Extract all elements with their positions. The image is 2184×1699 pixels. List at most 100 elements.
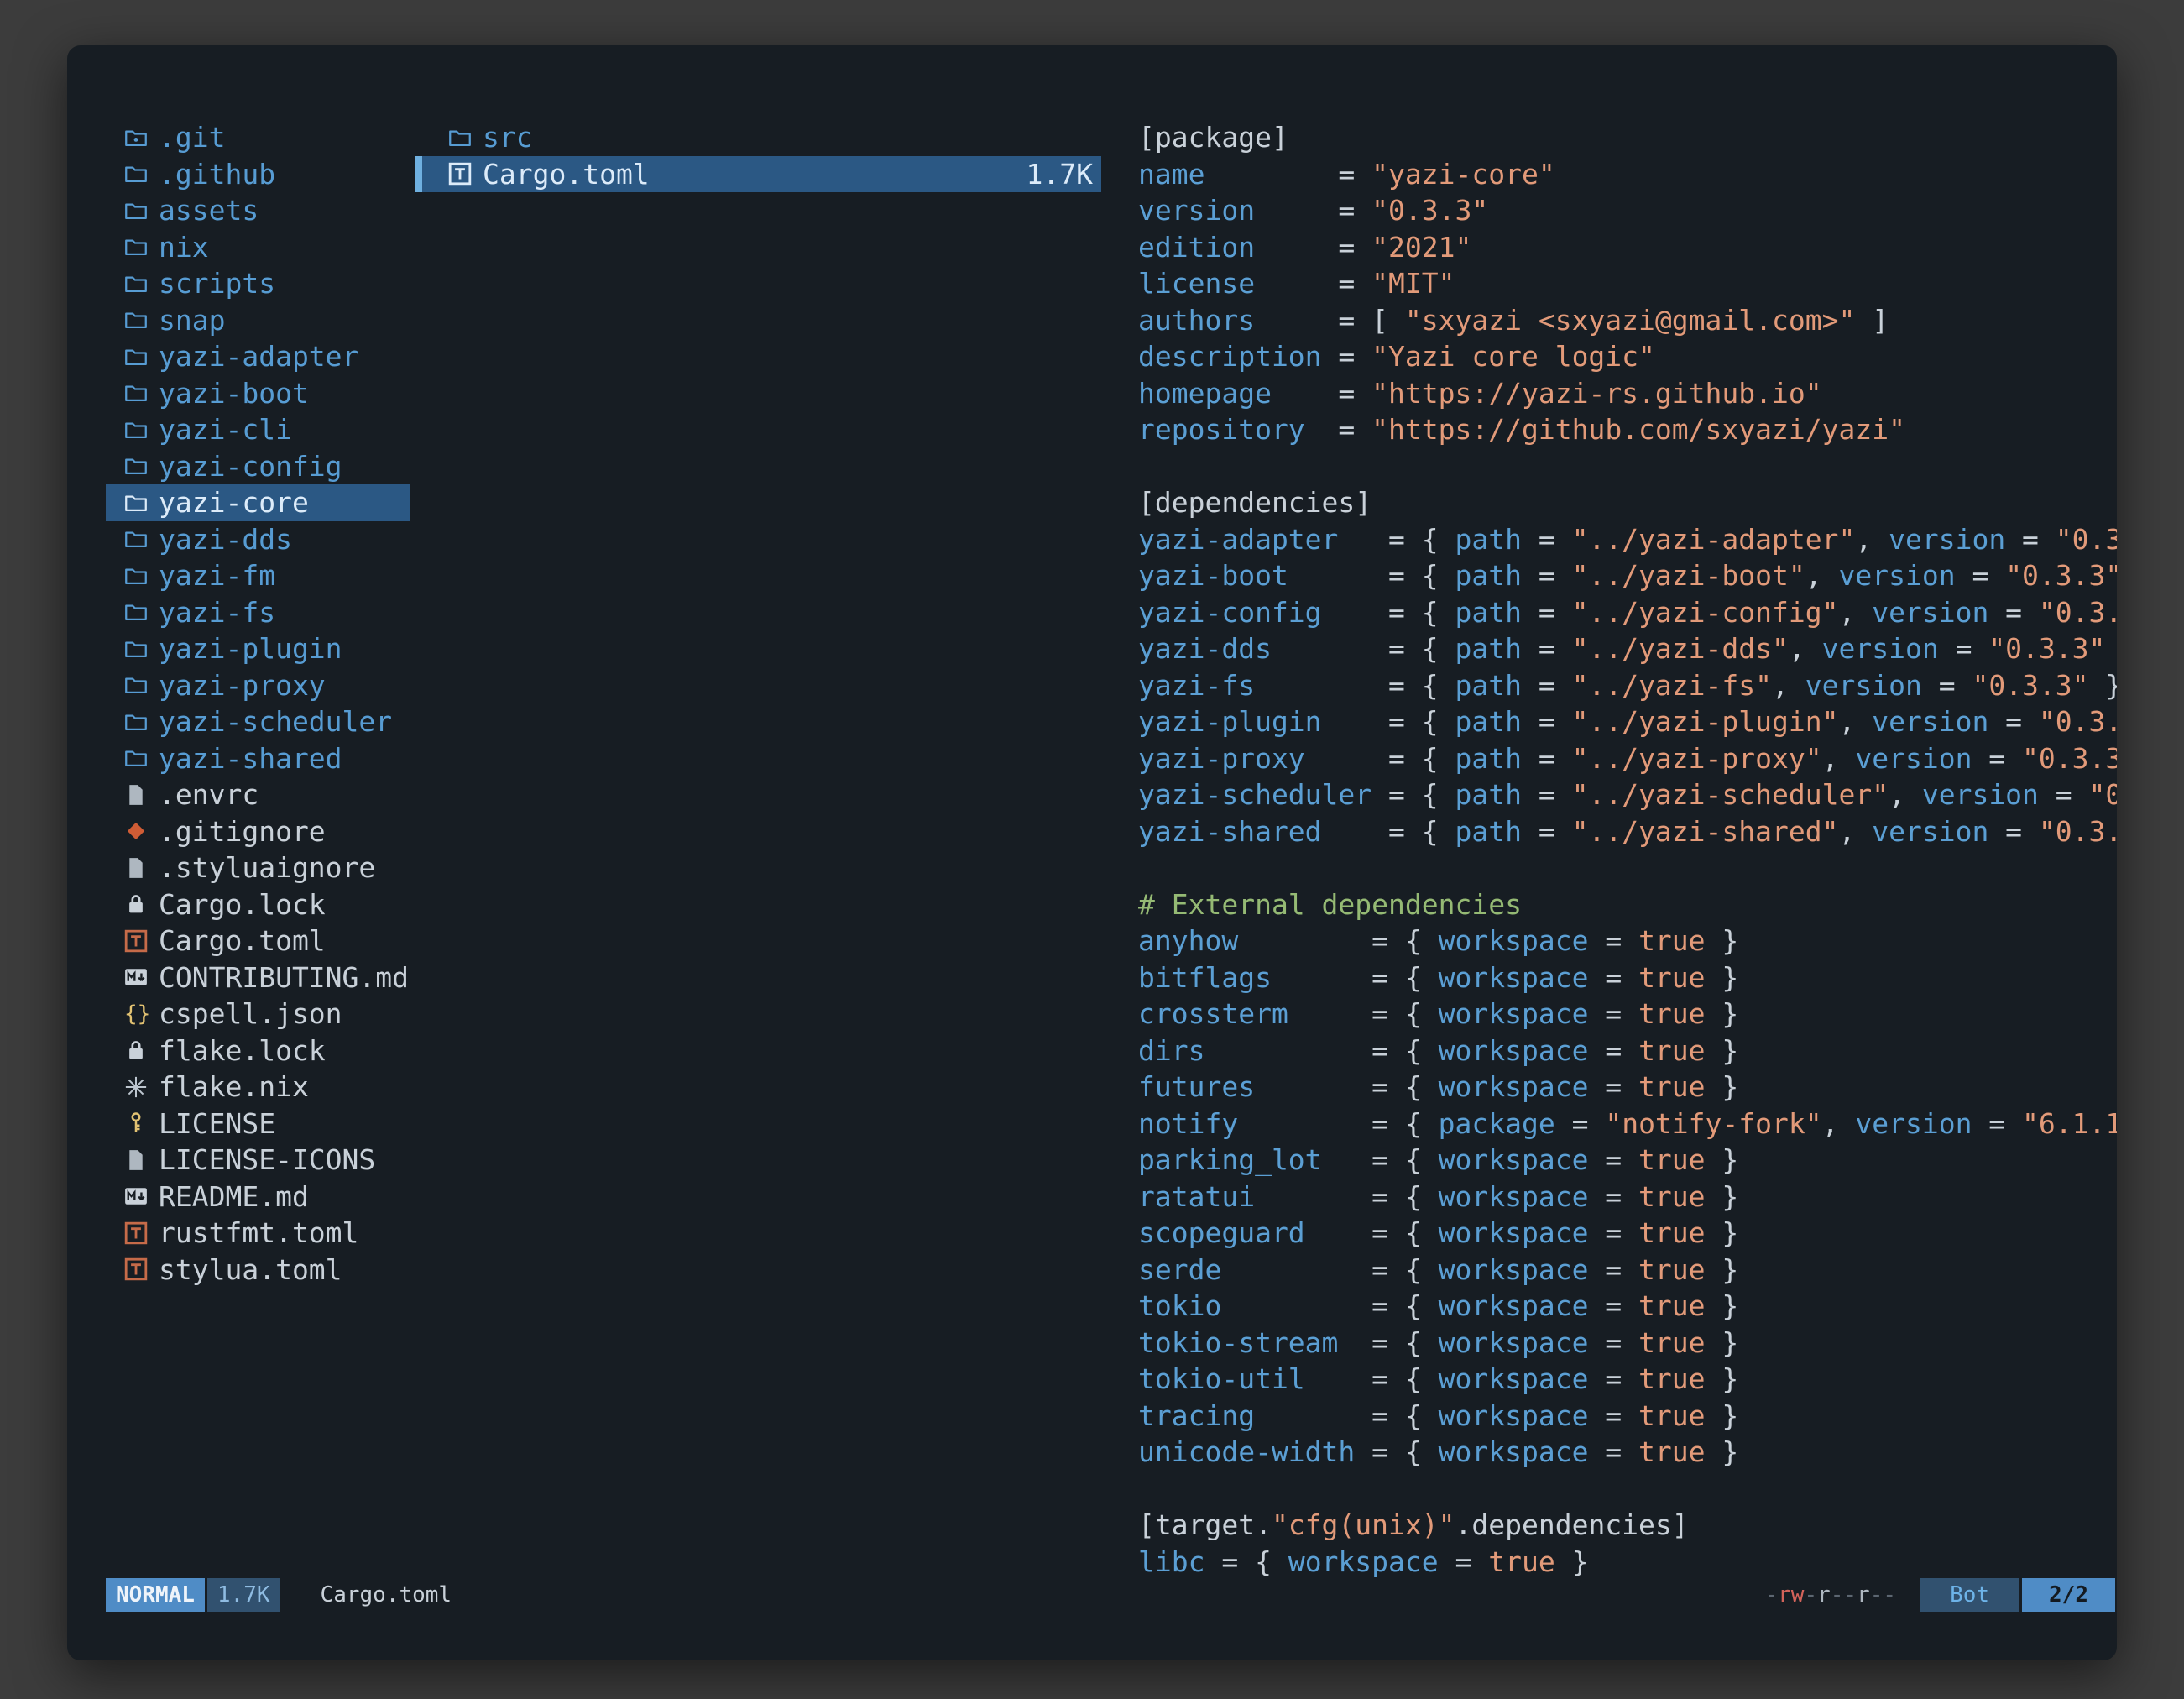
preview-line: tokio = { workspace = true }	[1138, 1288, 2117, 1325]
entry-name: .git	[159, 121, 225, 154]
preview-line: version = "0.3.3"	[1138, 192, 2117, 229]
markdown-icon	[124, 1184, 152, 1208]
dir-row[interactable]: snap	[106, 302, 410, 339]
entry-name: CONTRIBUTING.md	[159, 961, 409, 994]
dir-row[interactable]: nix	[106, 229, 410, 266]
preview-line: bitflags = { workspace = true }	[1138, 959, 2117, 996]
file-row[interactable]: .envrc	[106, 776, 410, 813]
entry-name: scripts	[159, 267, 275, 300]
dir-row[interactable]: yazi-adapter	[106, 338, 410, 375]
dir-row[interactable]: .github	[106, 156, 410, 193]
file-icon	[124, 1148, 152, 1172]
dir-row[interactable]: yazi-core	[106, 484, 410, 521]
entry-name: rustfmt.toml	[159, 1216, 358, 1249]
file-row[interactable]: Cargo.toml	[106, 923, 410, 959]
preview-line: yazi-boot = { path = "../yazi-boot", ver…	[1138, 557, 2117, 594]
file-row[interactable]: flake.lock	[106, 1032, 410, 1069]
preview-line: futures = { workspace = true }	[1138, 1069, 2117, 1106]
entry-name: .gitignore	[159, 815, 326, 848]
file-preview-pane: [package]name = "yazi-core"version = "0.…	[1138, 119, 2117, 1585]
file-row[interactable]: .gitignore	[106, 813, 410, 850]
folder-icon	[124, 527, 152, 551]
key-icon	[124, 1111, 152, 1135]
folder-icon	[124, 564, 152, 588]
dir-row[interactable]: assets	[106, 192, 410, 229]
entry-name: nix	[159, 231, 209, 264]
file-row[interactable]: stylua.toml	[106, 1252, 410, 1289]
dir-row[interactable]: yazi-fm	[106, 557, 410, 594]
entry-name: yazi-scheduler	[159, 705, 392, 738]
entry-name: yazi-shared	[159, 742, 342, 775]
file-icon	[124, 856, 152, 880]
entry-name: README.md	[159, 1180, 309, 1213]
dir-row[interactable]: yazi-shared	[106, 740, 410, 777]
dir-row[interactable]: yazi-proxy	[106, 667, 410, 704]
folder-icon	[124, 637, 152, 661]
entry-name: yazi-fs	[159, 596, 275, 629]
dir-row[interactable]: src	[415, 119, 1101, 156]
mode-badge: NORMAL	[106, 1578, 205, 1612]
file-row[interactable]: Cargo.toml1.7K	[415, 156, 1101, 193]
preview-line: tokio-stream = { workspace = true }	[1138, 1325, 2117, 1362]
preview-line: repository = "https://github.com/sxyazi/…	[1138, 411, 2117, 448]
dir-row[interactable]: yazi-config	[106, 448, 410, 485]
preview-line: libc = { workspace = true }	[1138, 1544, 2117, 1581]
folder-icon	[448, 126, 476, 149]
preview-line: anyhow = { workspace = true }	[1138, 923, 2117, 959]
entry-name: yazi-plugin	[159, 632, 342, 665]
yazi-terminal-window: .git.githubassetsnixscriptssnapyazi-adap…	[67, 45, 2117, 1660]
folder-icon	[124, 491, 152, 515]
folder-icon	[124, 381, 152, 405]
preview-line: tokio-util = { workspace = true }	[1138, 1361, 2117, 1398]
dir-row[interactable]: yazi-fs	[106, 594, 410, 631]
file-row[interactable]: LICENSE-ICONS	[106, 1142, 410, 1179]
file-size-badge: 1.7K	[207, 1578, 280, 1612]
dir-row[interactable]: yazi-cli	[106, 411, 410, 448]
preview-line: yazi-dds = { path = "../yazi-dds", versi…	[1138, 630, 2117, 667]
preview-line: [dependencies]	[1138, 484, 2117, 521]
file-row[interactable]: README.md	[106, 1179, 410, 1215]
status-bar-left: NORMAL 1.7K Cargo.toml	[106, 1578, 452, 1612]
file-row[interactable]: flake.nix	[106, 1069, 410, 1106]
file-manager-panes: .git.githubassetsnixscriptssnapyazi-adap…	[106, 119, 2117, 1585]
dir-row[interactable]: yazi-scheduler	[106, 703, 410, 740]
toml-icon	[124, 1257, 152, 1281]
scroll-position-badge: Bot	[1920, 1578, 2019, 1612]
preview-line: notify = { package = "notify-fork", vers…	[1138, 1106, 2117, 1142]
file-icon	[124, 783, 152, 807]
preview-line: yazi-config = { path = "../yazi-config",…	[1138, 594, 2117, 631]
file-row[interactable]: .styluaignore	[106, 850, 410, 886]
dir-row[interactable]: .git	[106, 119, 410, 156]
dir-row[interactable]: yazi-plugin	[106, 630, 410, 667]
entry-name: .styluaignore	[159, 851, 375, 884]
preview-line: unicode-width = { workspace = true }	[1138, 1434, 2117, 1471]
git-diamond-icon	[124, 819, 152, 843]
folder-icon	[124, 418, 152, 442]
dir-row[interactable]: scripts	[106, 265, 410, 302]
preview-line: description = "Yazi core logic"	[1138, 338, 2117, 375]
file-row[interactable]: Cargo.lock	[106, 886, 410, 923]
preview-line: name = "yazi-core"	[1138, 156, 2117, 193]
preview-line: yazi-plugin = { path = "../yazi-plugin",…	[1138, 703, 2117, 740]
file-row[interactable]: CONTRIBUTING.md	[106, 959, 410, 996]
toml-icon	[124, 1221, 152, 1245]
preview-line: yazi-fs = { path = "../yazi-fs", version…	[1138, 667, 2117, 704]
entry-name: src	[483, 121, 533, 154]
file-row[interactable]: LICENSE	[106, 1106, 410, 1142]
folder-icon	[124, 272, 152, 295]
preview-line: yazi-scheduler = { path = "../yazi-sched…	[1138, 776, 2117, 813]
preview-line	[1138, 448, 2117, 485]
file-row[interactable]: rustfmt.toml	[106, 1215, 410, 1252]
entry-name: cspell.json	[159, 997, 342, 1030]
entry-name: Cargo.toml	[483, 158, 650, 191]
preview-line: license = "MIT"	[1138, 265, 2117, 302]
status-filename: Cargo.toml	[321, 1578, 452, 1612]
dir-row[interactable]: yazi-dds	[106, 521, 410, 558]
entry-name: yazi-proxy	[159, 669, 326, 702]
file-row[interactable]: {}cspell.json	[106, 996, 410, 1032]
snowflake-icon	[124, 1075, 152, 1099]
preview-line: [package]	[1138, 119, 2117, 156]
dir-row[interactable]: yazi-boot	[106, 375, 410, 412]
preview-line: crossterm = { workspace = true }	[1138, 996, 2117, 1032]
preview-line: ratatui = { workspace = true }	[1138, 1179, 2117, 1215]
